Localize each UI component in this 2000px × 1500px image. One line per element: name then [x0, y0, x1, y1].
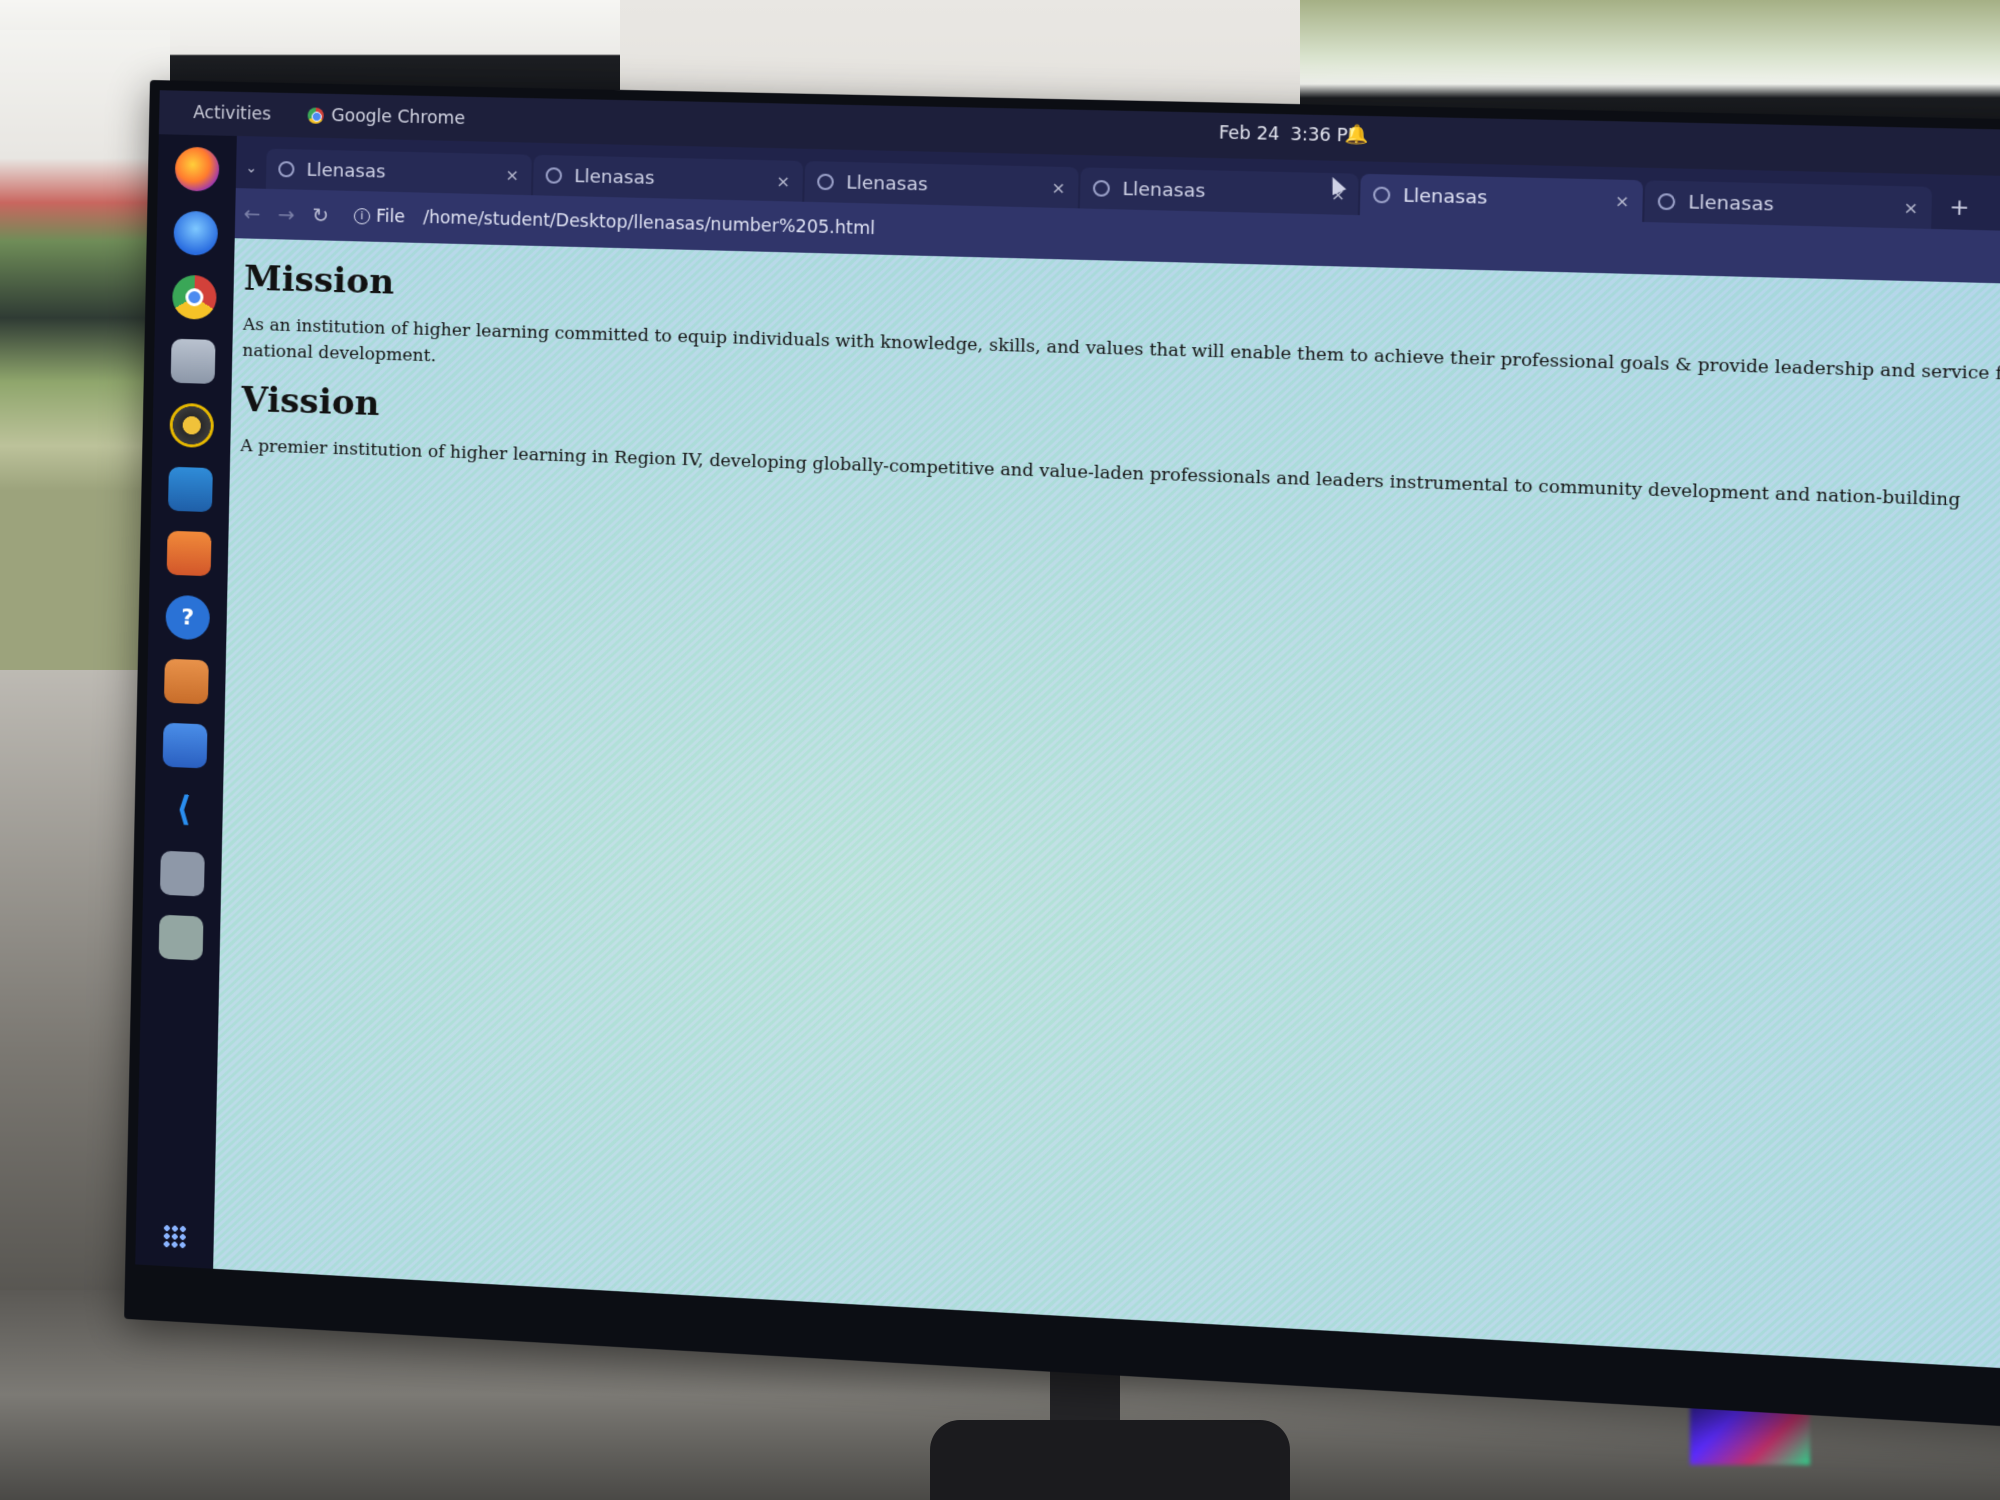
globe-icon	[278, 161, 295, 178]
url-text: /home/student/Desktop/llenasas/number%20…	[422, 207, 876, 240]
tab-title: Llenasas	[845, 171, 928, 196]
text-editor-icon[interactable]	[162, 722, 208, 769]
tab[interactable]: Llenasas ×	[1644, 180, 1933, 229]
scheme-label: File	[375, 206, 406, 228]
photo-scene: Activities Google Chrome Feb 24 3:36 PM …	[0, 0, 2000, 1500]
activities-button[interactable]: Activities	[193, 103, 271, 125]
clock[interactable]: Feb 24 3:36 PM	[1219, 123, 1364, 147]
monitor-stand-base	[930, 1420, 1290, 1500]
help-icon[interactable]: ?	[165, 594, 211, 641]
tab-active[interactable]: Llenasas ×	[1359, 173, 1644, 222]
chrome-icon	[307, 107, 324, 124]
firefox-icon[interactable]	[174, 146, 220, 192]
new-tab-button[interactable]: +	[1949, 195, 1970, 222]
trash-icon[interactable]	[158, 914, 204, 961]
blank-app-icon[interactable]	[159, 850, 205, 897]
tab-title: Llenasas	[306, 159, 386, 183]
chrome-icon[interactable]	[171, 274, 217, 320]
screen: Activities Google Chrome Feb 24 3:36 PM …	[135, 90, 2000, 1374]
tab-title: Llenasas	[574, 165, 655, 189]
tab-search-icon[interactable]: ⌄	[236, 148, 267, 189]
forward-icon[interactable]: →	[269, 202, 304, 227]
writer-icon[interactable]	[167, 466, 213, 513]
close-icon[interactable]: ×	[1903, 197, 1918, 217]
rhythmbox-icon[interactable]	[169, 402, 215, 449]
tab[interactable]: Llenasas ×	[532, 154, 804, 202]
show-apps-icon[interactable]	[162, 1223, 187, 1250]
globe-icon	[817, 173, 834, 191]
close-icon[interactable]: ×	[1051, 177, 1066, 197]
files-icon[interactable]	[170, 338, 216, 384]
globe-icon	[545, 167, 563, 184]
thunderbird-icon[interactable]	[173, 210, 219, 256]
close-icon[interactable]: ×	[505, 165, 519, 185]
software-icon[interactable]	[166, 530, 212, 577]
globe-icon	[1092, 179, 1111, 197]
app-menu[interactable]: Google Chrome	[307, 105, 465, 129]
document-viewer-icon[interactable]	[163, 658, 209, 705]
bell-icon[interactable]: 🔔	[1344, 124, 1368, 146]
tab[interactable]: Llenasas ×	[265, 148, 532, 196]
app-menu-label: Google Chrome	[331, 105, 466, 130]
vscode-icon[interactable]: ⟨	[161, 787, 206, 833]
monitor: Activities Google Chrome Feb 24 3:36 PM …	[124, 80, 2000, 1434]
globe-icon	[1372, 186, 1391, 204]
tab-title: Llenasas	[1402, 184, 1488, 209]
close-icon[interactable]: ×	[776, 171, 790, 191]
reload-icon[interactable]: ↻	[303, 203, 338, 228]
chrome-window: ⌄ Llenasas × Llenasas × Llenasas × Llena…	[213, 135, 2000, 1374]
back-icon[interactable]: ←	[235, 201, 270, 226]
tab[interactable]: Llenasas ×	[804, 161, 1079, 209]
web-page: Mission As an institution of higher lear…	[213, 238, 2000, 1374]
tab[interactable]: Llenasas ×	[1079, 167, 1359, 216]
date: Feb 24	[1218, 123, 1280, 146]
site-info[interactable]: i File	[353, 206, 406, 228]
tab-title: Llenasas	[1122, 178, 1206, 202]
close-icon[interactable]: ×	[1615, 191, 1630, 211]
tab-title: Llenasas	[1688, 191, 1774, 216]
globe-icon	[1657, 193, 1676, 211]
info-icon: i	[353, 208, 371, 225]
